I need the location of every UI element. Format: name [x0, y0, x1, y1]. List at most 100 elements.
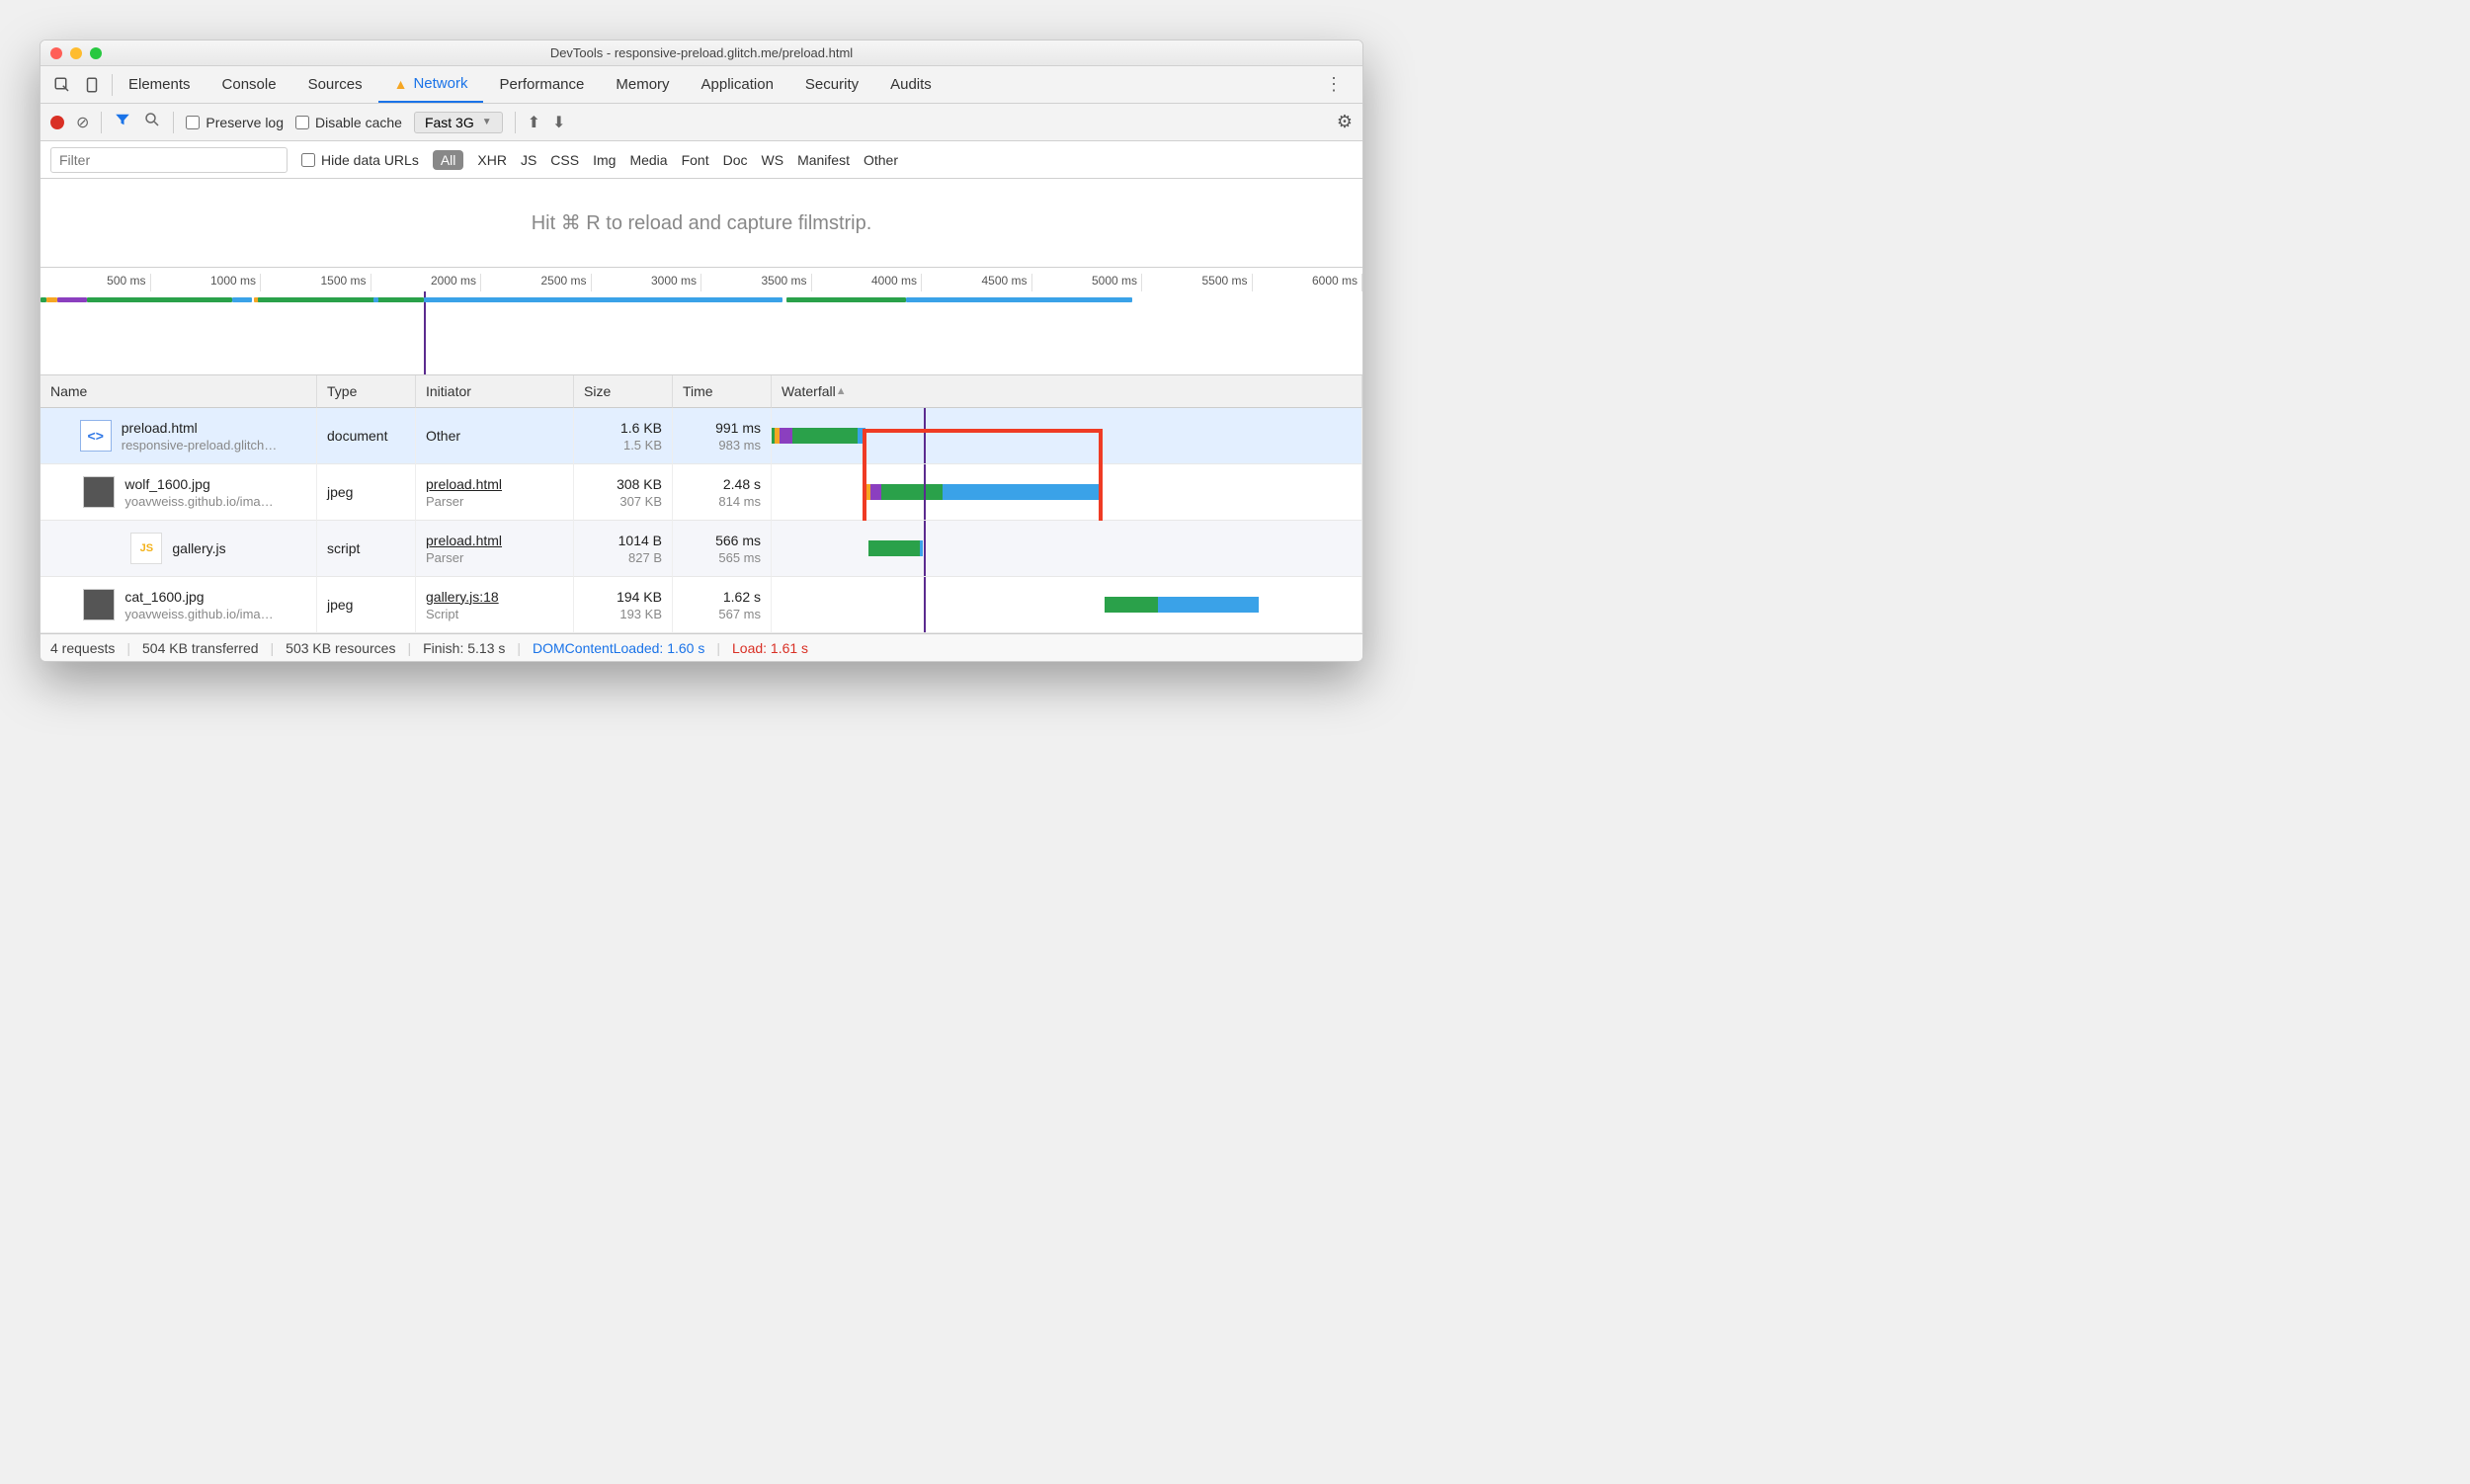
request-row-type[interactable]: document: [317, 408, 416, 464]
record-button[interactable]: [50, 116, 64, 129]
filter-bar: Hide data URLs All XHR JS CSS Img Media Font Do…: [41, 141, 1362, 179]
timeline-overview[interactable]: 500 ms1000 ms1500 ms2000 ms2500 ms3000 m…: [41, 268, 1362, 375]
request-row-waterfall[interactable]: [772, 521, 1362, 577]
request-row-type[interactable]: jpeg: [317, 577, 416, 633]
filter-type-font[interactable]: Font: [682, 152, 709, 168]
tab-audits[interactable]: Audits: [874, 66, 947, 103]
request-row-initiator[interactable]: gallery.js:18Script: [416, 577, 574, 633]
traffic-lights: [50, 47, 102, 59]
timeline-tick: 1000 ms: [151, 274, 262, 291]
tab-sources[interactable]: Sources: [292, 66, 378, 103]
waterfall-cursor: [924, 408, 926, 463]
timeline-tick: 4500 ms: [922, 274, 1032, 291]
device-toolbar-icon[interactable]: [82, 75, 102, 95]
request-row-type[interactable]: script: [317, 521, 416, 577]
hide-data-urls-checkbox[interactable]: Hide data URLs: [301, 152, 419, 168]
tab-memory[interactable]: Memory: [600, 66, 685, 103]
request-row-name[interactable]: JSgallery.js: [41, 521, 317, 577]
column-header-time[interactable]: Time: [673, 375, 772, 408]
waterfall-segment-connect: [870, 484, 881, 500]
overview-segment: [87, 297, 232, 302]
waterfall-cursor: [924, 577, 926, 632]
column-header-name[interactable]: Name: [41, 375, 317, 408]
filter-type-ws[interactable]: WS: [762, 152, 784, 168]
filter-type-xhr[interactable]: XHR: [477, 152, 507, 168]
request-row-type[interactable]: jpeg: [317, 464, 416, 521]
column-header-waterfall[interactable]: Waterfall▲: [772, 375, 1362, 408]
waterfall-cursor: [924, 464, 926, 520]
close-window-button[interactable]: [50, 47, 62, 59]
overview-segment: [373, 297, 379, 302]
sort-arrow-icon: ▲: [836, 385, 847, 397]
window-titlebar: DevTools - responsive-preload.glitch.me/…: [41, 41, 1362, 66]
request-row-size[interactable]: 308 KB307 KB: [574, 464, 673, 521]
filter-icon[interactable]: [114, 111, 131, 133]
request-row-name[interactable]: <>preload.htmlresponsive-preload.glitch…: [41, 408, 317, 464]
timeline-tick: 2500 ms: [481, 274, 592, 291]
request-row-initiator[interactable]: preload.htmlParser: [416, 521, 574, 577]
tab-application[interactable]: Application: [686, 66, 789, 103]
throttling-dropdown[interactable]: Fast 3G▼: [414, 112, 503, 133]
request-row-waterfall[interactable]: [772, 464, 1362, 521]
divider: [101, 112, 102, 133]
disable-cache-checkbox[interactable]: Disable cache: [295, 115, 402, 130]
request-row-size[interactable]: 194 KB193 KB: [574, 577, 673, 633]
divider: [515, 112, 516, 133]
waterfall-segment-download: [858, 428, 866, 444]
filter-input[interactable]: [50, 147, 288, 173]
timeline-tick: 2000 ms: [371, 274, 482, 291]
tab-elements[interactable]: Elements: [113, 66, 206, 103]
file-type-icon: JS: [130, 533, 162, 564]
tab-network[interactable]: ▲Network: [378, 66, 484, 103]
minimize-window-button[interactable]: [70, 47, 82, 59]
waterfall-segment-download: [1158, 597, 1259, 613]
filter-type-css[interactable]: CSS: [550, 152, 579, 168]
request-row-time[interactable]: 2.48 s814 ms: [673, 464, 772, 521]
tab-security[interactable]: Security: [789, 66, 874, 103]
request-row-initiator[interactable]: preload.htmlParser: [416, 464, 574, 521]
timeline-tick: 4000 ms: [812, 274, 923, 291]
filter-type-other[interactable]: Other: [864, 152, 898, 168]
filter-type-media[interactable]: Media: [629, 152, 667, 168]
overview-segment: [258, 297, 373, 302]
more-menu-icon[interactable]: ⋮: [1317, 74, 1351, 95]
request-row-name[interactable]: wolf_1600.jpgyoavweiss.github.io/ima…: [41, 464, 317, 521]
filter-type-all[interactable]: All: [433, 150, 464, 170]
upload-har-icon[interactable]: ⬆: [528, 113, 540, 132]
download-har-icon[interactable]: ⬇: [552, 113, 565, 132]
request-row-time[interactable]: 566 ms565 ms: [673, 521, 772, 577]
filter-type-img[interactable]: Img: [593, 152, 616, 168]
request-row-waterfall[interactable]: [772, 408, 1362, 464]
column-header-type[interactable]: Type: [317, 375, 416, 408]
filter-type-manifest[interactable]: Manifest: [797, 152, 850, 168]
column-header-size[interactable]: Size: [574, 375, 673, 408]
waterfall-cursor: [924, 521, 926, 576]
overview-segment: [232, 297, 252, 302]
filter-type-doc[interactable]: Doc: [723, 152, 748, 168]
filter-type-js[interactable]: JS: [521, 152, 536, 168]
request-row-initiator[interactable]: Other: [416, 408, 574, 464]
waterfall-segment-waiting: [881, 484, 944, 500]
preserve-log-checkbox[interactable]: Preserve log: [186, 115, 284, 130]
request-row-size[interactable]: 1.6 KB1.5 KB: [574, 408, 673, 464]
clear-icon[interactable]: ⊘: [76, 113, 89, 132]
inspect-element-icon[interactable]: [52, 75, 72, 95]
request-row-time[interactable]: 991 ms983 ms: [673, 408, 772, 464]
waterfall-segment-waiting: [792, 428, 857, 444]
settings-gear-icon[interactable]: ⚙: [1337, 112, 1353, 132]
tab-performance[interactable]: Performance: [483, 66, 600, 103]
devtools-window: DevTools - responsive-preload.glitch.me/…: [40, 40, 1363, 662]
column-header-initiator[interactable]: Initiator: [416, 375, 574, 408]
request-row-name[interactable]: cat_1600.jpgyoavweiss.github.io/ima…: [41, 577, 317, 633]
file-type-icon: [83, 589, 115, 620]
search-icon[interactable]: [143, 111, 161, 133]
timeline-tick: 500 ms: [41, 274, 151, 291]
tab-console[interactable]: Console: [206, 66, 292, 103]
maximize-window-button[interactable]: [90, 47, 102, 59]
status-requests: 4 requests: [50, 640, 115, 656]
window-title: DevTools - responsive-preload.glitch.me/…: [41, 45, 1362, 60]
request-row-size[interactable]: 1014 B827 B: [574, 521, 673, 577]
request-row-time[interactable]: 1.62 s567 ms: [673, 577, 772, 633]
overview-segment: [786, 297, 906, 302]
request-row-waterfall[interactable]: [772, 577, 1362, 633]
